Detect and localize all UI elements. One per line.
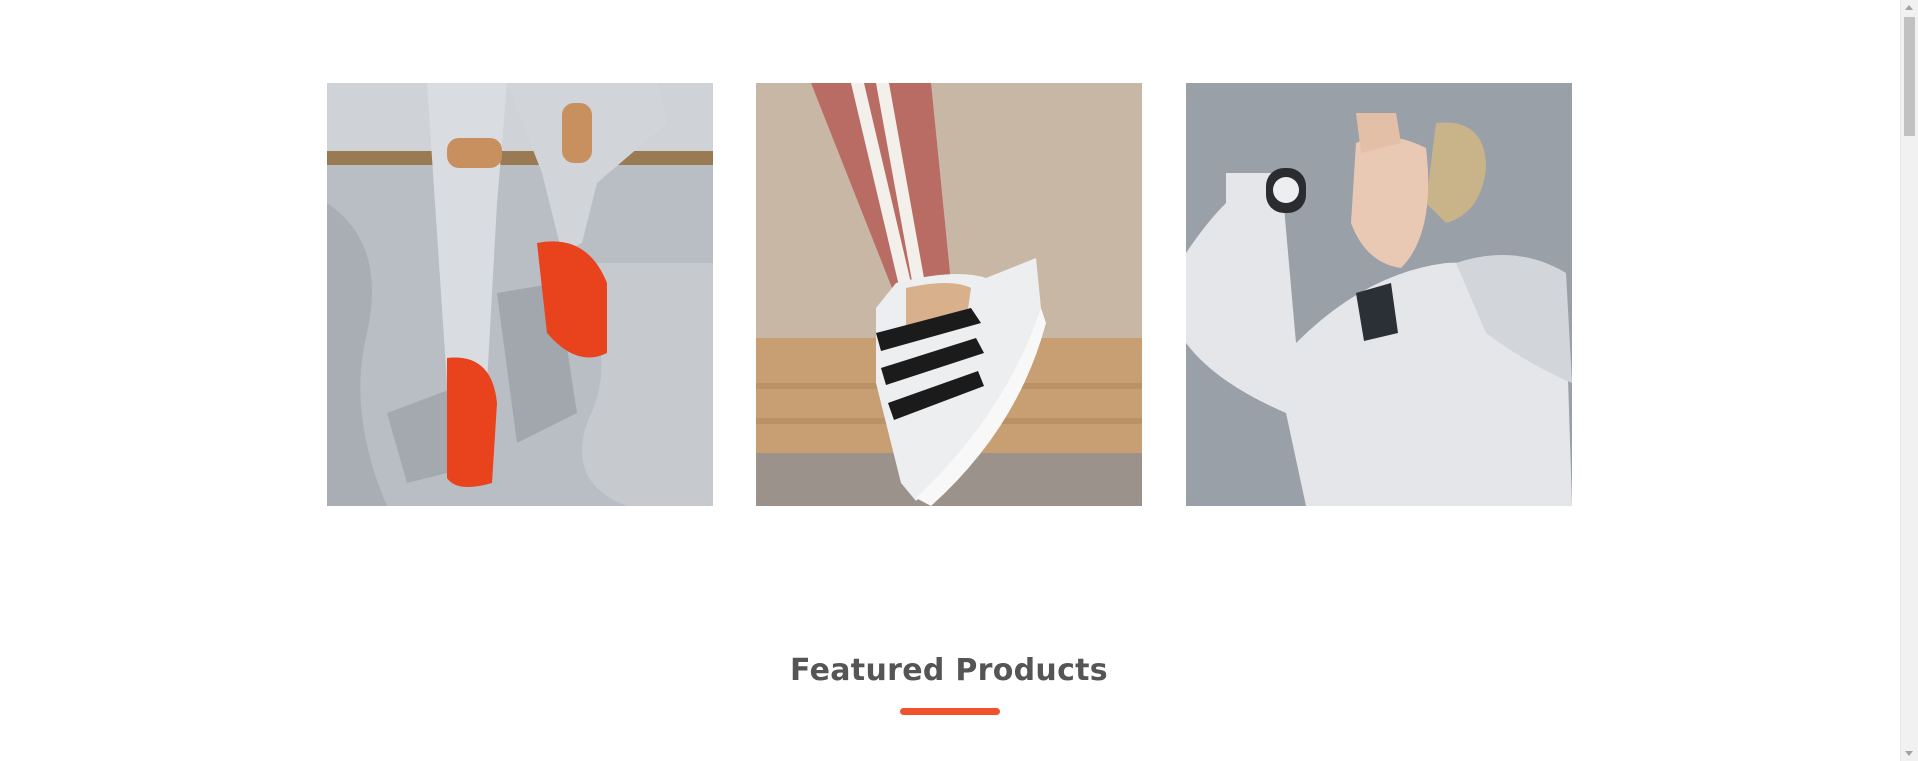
banner-white-sneaker-image <box>756 83 1142 506</box>
banner-red-sneakers[interactable] <box>327 83 713 506</box>
banner-hoodie-image <box>1186 83 1572 506</box>
page: Featured Products <box>0 0 1918 761</box>
scrollbar-thumb[interactable] <box>1904 17 1915 136</box>
scroll-down-icon[interactable] <box>1905 751 1913 756</box>
scroll-up-icon[interactable] <box>1905 5 1913 10</box>
vertical-scrollbar[interactable] <box>1900 0 1918 761</box>
featured-products-title: Featured Products <box>790 653 1108 688</box>
banner-white-sneaker[interactable] <box>756 83 1142 506</box>
banner-red-sneakers-image <box>327 83 713 506</box>
banner-hoodie[interactable] <box>1186 83 1572 506</box>
title-underline <box>900 708 1000 715</box>
banner-row <box>327 83 1572 506</box>
